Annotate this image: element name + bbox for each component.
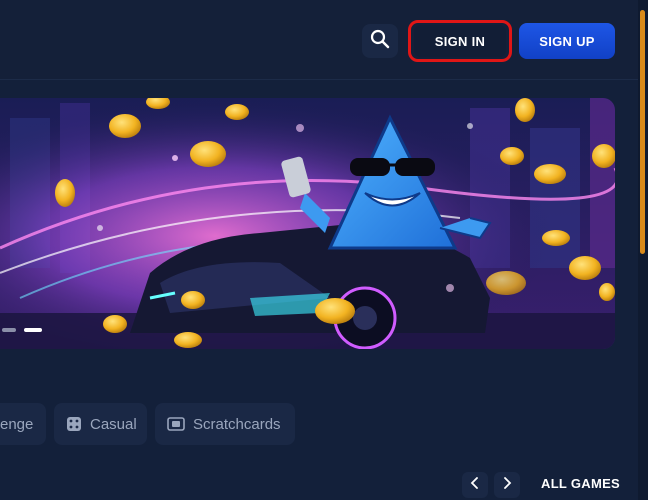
games-prev-button[interactable] xyxy=(462,472,488,498)
games-next-button[interactable] xyxy=(494,472,520,498)
sign-up-button[interactable]: SIGN UP xyxy=(519,23,615,59)
sign-in-button[interactable]: SIGN IN xyxy=(414,25,506,57)
dice-icon xyxy=(66,416,82,432)
chip-scratchcards[interactable]: Scratchcards xyxy=(155,403,295,445)
search-icon xyxy=(370,29,390,54)
scrollbar-thumb[interactable] xyxy=(640,10,645,254)
chevron-right-icon xyxy=(502,476,512,494)
banner-dot-1[interactable] xyxy=(2,328,16,332)
banner-dot-2-active[interactable] xyxy=(24,328,42,332)
chip-label: Scratchcards xyxy=(193,415,281,433)
page-scrollbar[interactable] xyxy=(638,0,648,500)
sign-in-highlight: SIGN IN xyxy=(408,20,512,62)
search-button[interactable] xyxy=(362,24,398,58)
chip-casual[interactable]: Casual xyxy=(54,403,147,445)
top-header: SIGN IN SIGN UP xyxy=(0,0,638,80)
scratchcard-icon xyxy=(167,417,185,431)
promo-banner[interactable] xyxy=(0,98,615,349)
chip-label: Casual xyxy=(90,415,137,433)
banner-artwork xyxy=(0,98,615,349)
all-games-link[interactable]: ALL GAMES xyxy=(541,476,620,491)
chip-challenge[interactable]: enge xyxy=(0,403,46,445)
chip-label: enge xyxy=(0,415,34,433)
chevron-left-icon xyxy=(470,476,480,494)
